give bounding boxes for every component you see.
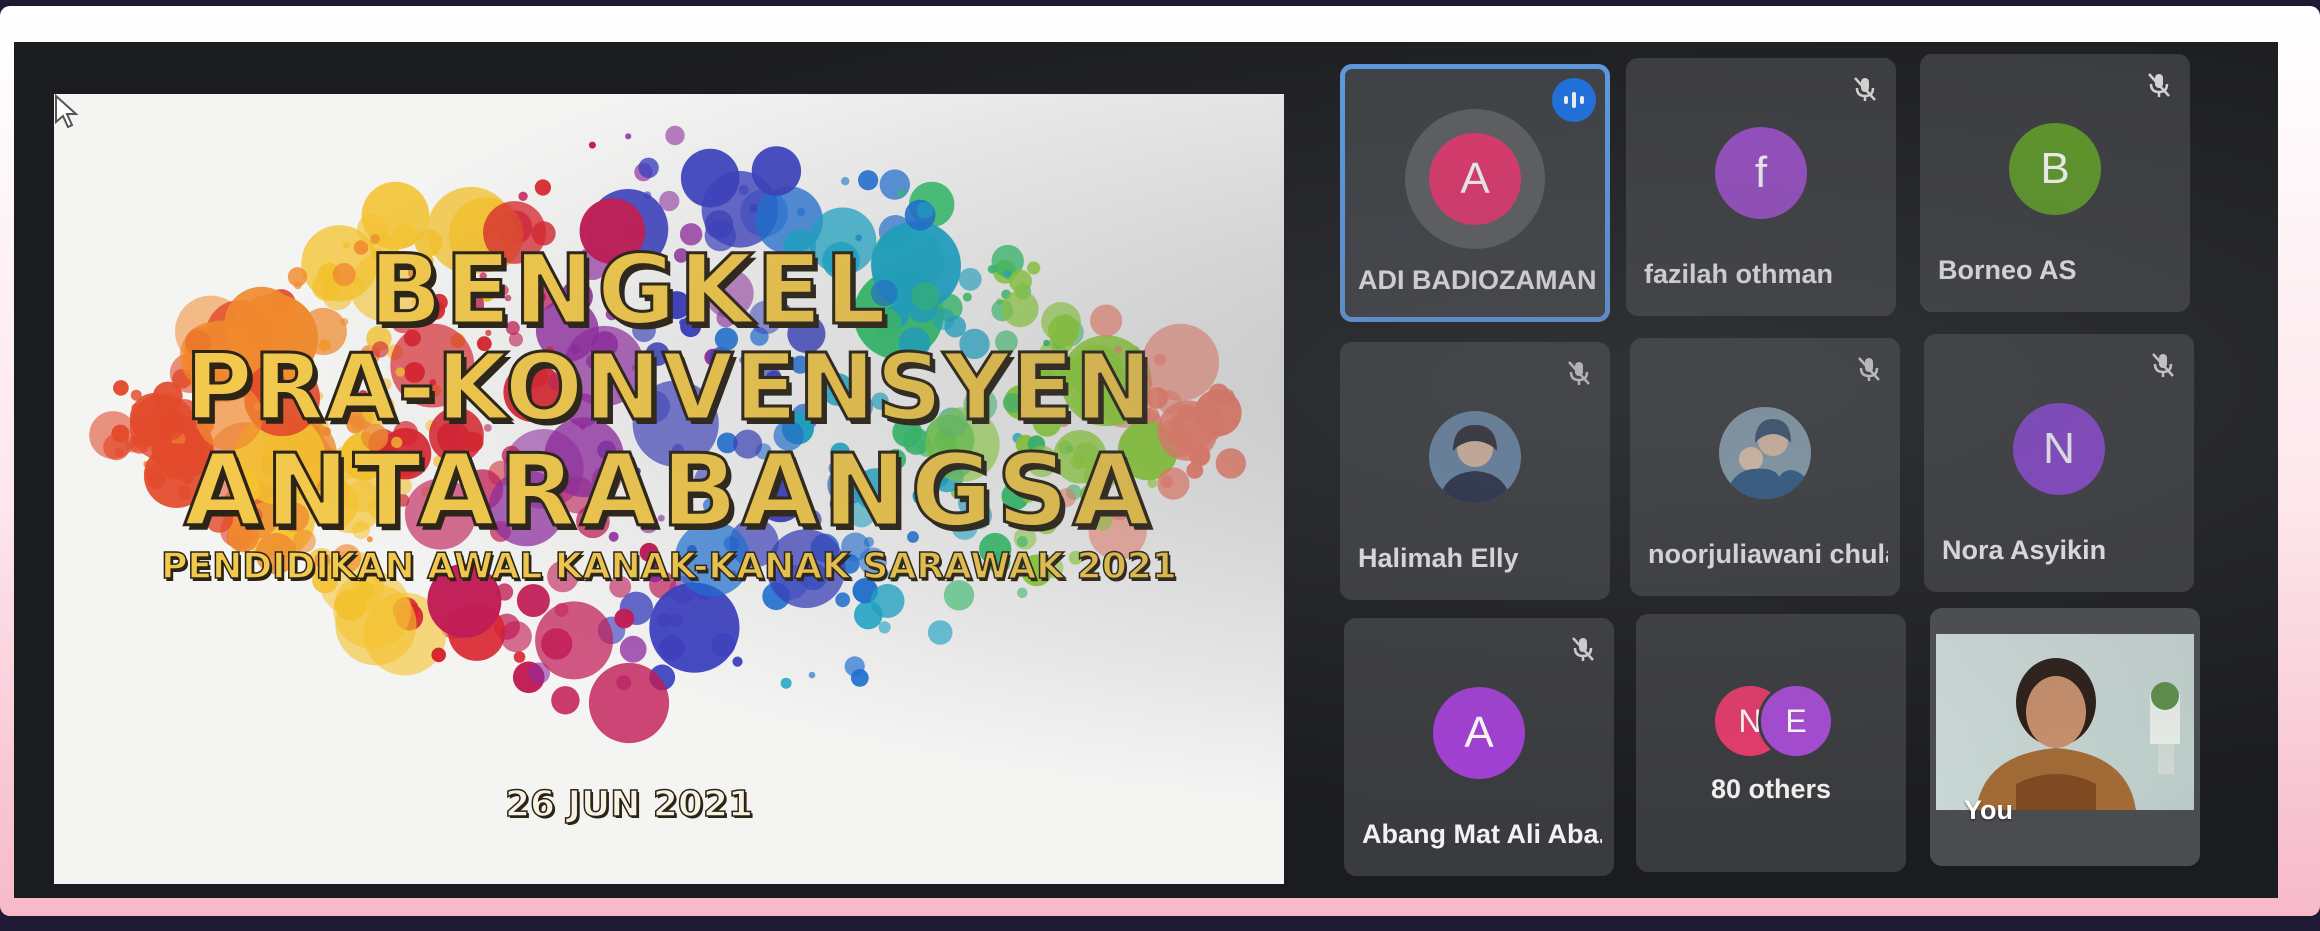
- participant-tile-abang-mat-ali[interactable]: A Abang Mat Ali Aba...: [1344, 618, 1614, 876]
- paint-splash-dot: [535, 601, 614, 680]
- paint-splash-dot: [878, 621, 891, 634]
- profile-photo: [1719, 407, 1811, 499]
- self-camera-feed: [1936, 634, 2194, 810]
- paint-splash-dot: [870, 583, 905, 618]
- mouse-pointer-icon: [55, 94, 79, 129]
- paint-splash-dot: [665, 125, 685, 146]
- participant-name: noorjuliawani chula: [1648, 539, 1888, 569]
- mic-off-icon: [1568, 361, 1590, 385]
- slide-date: 26 JUN 2021: [504, 783, 754, 826]
- paint-splash-dot: [513, 651, 526, 663]
- participant-name: Borneo AS: [1938, 255, 2077, 285]
- participant-tile-adi-badiozaman[interactable]: A ADI BADIOZAMAN...: [1340, 64, 1610, 322]
- paint-splash-dot: [879, 169, 910, 200]
- slide-title-line-3: ANTARABANGSA: [182, 431, 1155, 551]
- avatar: f: [1715, 127, 1807, 219]
- paint-splash-dot: [732, 656, 743, 667]
- paint-splash-dot: [1017, 587, 1028, 599]
- paint-splash-dot: [680, 148, 740, 208]
- paint-splash-dot: [850, 669, 869, 687]
- paint-splash-dot: [334, 589, 367, 621]
- paint-splash-dot: [897, 189, 905, 197]
- paint-splash-dot: [649, 582, 740, 673]
- paint-splash-dot: [780, 677, 792, 689]
- paint-splash-dot: [534, 179, 551, 196]
- participant-name: Abang Mat Ali Aba...: [1362, 819, 1602, 849]
- paint-splash-dot: [588, 662, 670, 744]
- slide-subtitle: PENDIDIKAN AWAL KANAK-KANAK SARAWAK 2021: [160, 545, 1177, 588]
- avatar: E: [1758, 683, 1834, 759]
- avatar: A: [1429, 133, 1521, 225]
- paint-splash-dot: [588, 141, 596, 149]
- others-count-label: 80 others: [1710, 774, 1832, 804]
- mic-off-icon: [2148, 73, 2170, 97]
- paint-splash-dot: [638, 157, 659, 178]
- paint-splash-dot: [835, 592, 851, 608]
- slide-title-line-1: BENGKEL: [367, 233, 890, 348]
- participant-name: Halimah Elly: [1358, 543, 1519, 573]
- paint-splash-dot: [927, 620, 953, 645]
- paint-splash-dot: [614, 608, 635, 629]
- paint-splash-dot: [751, 146, 802, 196]
- others-tile[interactable]: N E 80 others: [1636, 614, 1906, 872]
- paint-splash-dot: [916, 201, 934, 219]
- participant-name: Nora Asyikin: [1942, 535, 2107, 565]
- profile-photo: [1429, 411, 1521, 503]
- avatar: A: [1433, 687, 1525, 779]
- mic-off-icon: [1854, 77, 1876, 101]
- paint-splash-dot: [500, 621, 532, 653]
- participant-tile-halimah-elly[interactable]: Halimah Elly: [1340, 342, 1610, 600]
- slide-title-line-2: PRA-KONVENSYEN: [184, 333, 1154, 443]
- paint-splash-dot: [516, 584, 550, 617]
- paint-splash-dot: [551, 686, 580, 715]
- self-label: You: [1964, 795, 2013, 825]
- participant-name: fazilah othman: [1644, 259, 1834, 289]
- speaking-indicator-icon: [1552, 78, 1596, 122]
- participant-tile-borneo-as[interactable]: B Borneo AS: [1920, 54, 2190, 312]
- participant-tile-fazilah-othman[interactable]: f fazilah othman: [1626, 58, 1896, 316]
- paint-splash-dot: [738, 185, 749, 195]
- paint-splash-dot: [841, 177, 850, 186]
- others-avatar-stack: N E: [1706, 683, 1836, 759]
- photo-frame: BENGKEL PRA-KONVENSYEN ANTARABANGSA PEND…: [0, 6, 2320, 916]
- participant-tile-nora-asyikin[interactable]: N Nora Asyikin: [1924, 334, 2194, 592]
- mic-off-icon: [1572, 637, 1594, 661]
- participant-tile-noorjuliawani-chula[interactable]: noorjuliawani chula: [1630, 338, 1900, 596]
- paint-splash-dot: [858, 170, 879, 191]
- paint-splash-dot: [619, 635, 647, 663]
- avatar: N: [2013, 403, 2105, 495]
- paint-splash-dot: [518, 191, 528, 201]
- presentation-slide: BENGKEL PRA-KONVENSYEN ANTARABANGSA PEND…: [54, 94, 1284, 884]
- paint-splash-dot: [625, 133, 632, 140]
- avatar: B: [2009, 123, 2101, 215]
- mic-off-icon: [2152, 353, 2174, 377]
- paint-splash-dot: [431, 647, 447, 663]
- participant-name: ADI BADIOZAMAN...: [1358, 265, 1598, 295]
- self-view-tile[interactable]: You: [1930, 608, 2200, 866]
- meeting-screen: BENGKEL PRA-KONVENSYEN ANTARABANGSA PEND…: [14, 42, 2278, 898]
- paint-splash-dot: [808, 671, 816, 679]
- mic-off-icon: [1858, 357, 1880, 381]
